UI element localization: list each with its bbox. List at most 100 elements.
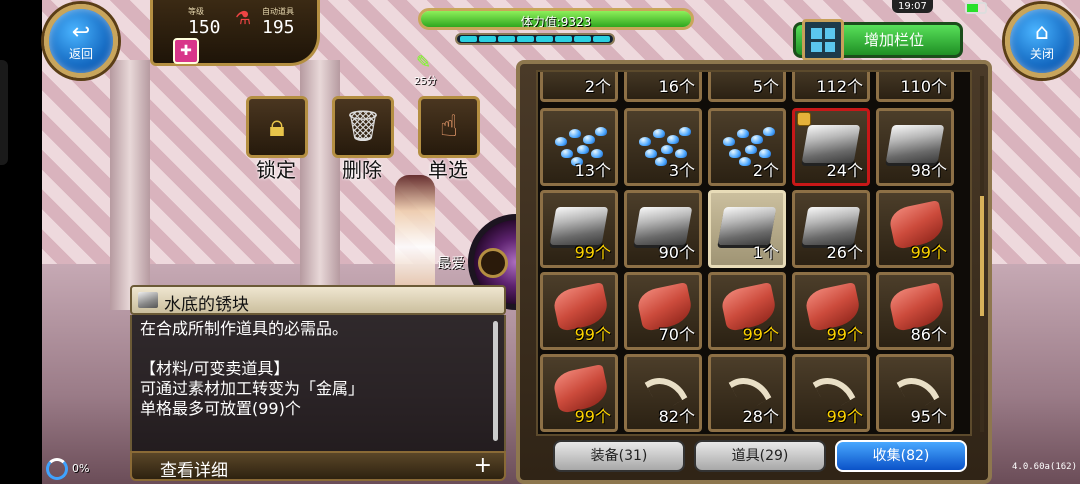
inventory-slot[interactable]: 82个 xyxy=(624,354,702,432)
slot-quantity: 99个 xyxy=(910,243,947,262)
view-details-label: 查看详细 xyxy=(160,461,228,481)
inventory-grid: 2个 16个 5个 112个 110个 13个 3个 2个 24个 98个 99个 90个 1个 26个 9… xyxy=(536,70,972,436)
slot-quantity: 99个 xyxy=(574,407,611,426)
item-description: 在合成所制作道具的必需品。 【材料/可变卖道具】 可通过素材加工转变为「金属」 … xyxy=(130,315,506,451)
plus-icon: + xyxy=(473,453,492,478)
inventory-slot[interactable]: 2个 xyxy=(540,72,618,102)
favorite-label: 最爱 xyxy=(437,256,465,272)
inventory-slot[interactable]: 99个 xyxy=(792,354,870,432)
inventory-slot[interactable]: 5个 xyxy=(708,72,786,102)
slot-quantity: 3个 xyxy=(668,161,695,180)
slot-quantity: 2个 xyxy=(584,77,611,96)
inventory-slot[interactable]: 95个 xyxy=(876,354,954,432)
level-value: 150 xyxy=(188,17,221,38)
inventory-slot[interactable]: 99个 xyxy=(540,190,618,268)
slot-quantity: 1个 xyxy=(752,243,779,262)
clock: 19:07 xyxy=(892,0,933,13)
inventory-slot[interactable]: 26个 xyxy=(792,190,870,268)
auto-item-value: 195 xyxy=(262,17,295,38)
inventory-slot[interactable]: 99个 xyxy=(540,272,618,350)
slot-quantity: 99个 xyxy=(826,325,863,344)
slot-quantity: 110个 xyxy=(900,77,947,96)
inventory-slot[interactable]: 90个 xyxy=(624,190,702,268)
slot-quantity: 28个 xyxy=(742,407,779,426)
single-select-label: 单选 xyxy=(428,158,468,182)
tab-items[interactable]: 道具(29) xyxy=(694,440,826,472)
lock-badge-icon xyxy=(797,112,811,126)
slot-quantity: 5个 xyxy=(752,77,779,96)
inventory-slot[interactable]: 24个 xyxy=(792,108,870,186)
inventory-slot[interactable]: 70个 xyxy=(624,272,702,350)
player-character xyxy=(395,175,435,295)
inventory-scrollbar[interactable] xyxy=(980,76,984,432)
level-stat: 等级 150 xyxy=(188,6,221,38)
return-arrow-icon: ↩ xyxy=(71,20,91,45)
inventory-slot[interactable]: 86个 xyxy=(876,272,954,350)
wall-pillar xyxy=(110,60,150,310)
inventory-slot[interactable]: 28个 xyxy=(708,354,786,432)
padlock-icon: 🔒︎ xyxy=(269,109,285,144)
inventory-slot[interactable]: 3个 xyxy=(624,108,702,186)
inventory-slot[interactable]: 99个 xyxy=(792,272,870,350)
single-select-button[interactable]: ☝ xyxy=(418,96,480,158)
inventory-slot[interactable]: 1个 xyxy=(708,190,786,268)
back-button[interactable]: ↩ 返回 xyxy=(44,4,118,78)
slot-quantity: 99个 xyxy=(742,325,779,344)
inventory-slot[interactable]: 112个 xyxy=(792,72,870,102)
slot-quantity: 2个 xyxy=(752,161,779,180)
slot-quantity: 90个 xyxy=(658,243,695,262)
inventory-panel: 2个 16个 5个 112个 110个 13个 3个 2个 24个 98个 99个 90个 1个 26个 9… xyxy=(516,60,992,484)
sub-energy-bar xyxy=(455,33,615,45)
slot-quantity: 112个 xyxy=(816,77,863,96)
description-line: 可通过素材加工转变为「金属」 xyxy=(140,379,365,398)
lock-button[interactable]: 🔒︎ xyxy=(246,96,308,158)
description-scrollbar[interactable] xyxy=(493,321,498,441)
favorite-toggle[interactable] xyxy=(478,248,508,278)
tab-collection[interactable]: 收集(82) xyxy=(835,440,967,472)
slot-quantity: 99个 xyxy=(574,243,611,262)
syringe-icon[interactable]: ✎ xyxy=(416,52,442,74)
add-slot-button[interactable]: 增加栏位 xyxy=(793,19,963,61)
inventory-slot[interactable]: 99个 xyxy=(708,272,786,350)
slot-quantity: 24个 xyxy=(826,161,863,180)
inventory-slot[interactable]: 98个 xyxy=(876,108,954,186)
slot-quantity: 13个 xyxy=(574,161,611,180)
inventory-slot[interactable]: 110个 xyxy=(876,72,954,102)
inventory-slot[interactable]: 16个 xyxy=(624,72,702,102)
lock-label: 锁定 xyxy=(256,158,296,182)
delete-button[interactable]: 🗑︎ xyxy=(332,96,394,158)
gift-icon[interactable]: ✚ xyxy=(173,38,199,64)
stamina-widget: 体力值:9323 xyxy=(410,4,695,46)
add-slot-label: 增加栏位 xyxy=(864,31,925,49)
iron-ingot-icon xyxy=(138,292,158,308)
slot-quantity: 86个 xyxy=(910,325,947,344)
download-percent: 0% xyxy=(72,462,90,475)
description-line: 在合成所制作道具的必需品。 xyxy=(140,319,349,338)
home-icon: ⌂ xyxy=(1035,20,1049,45)
item-title: 水底的锈块 xyxy=(164,295,249,315)
grid-icon xyxy=(802,19,844,61)
inventory-slot[interactable]: 2个 xyxy=(708,108,786,186)
slot-quantity: 95个 xyxy=(910,407,947,426)
slot-quantity: 99个 xyxy=(574,325,611,344)
slot-quantity: 82个 xyxy=(658,407,695,426)
stamina-bar: 体力值:9323 xyxy=(418,8,694,30)
loading-icon xyxy=(46,458,68,480)
inventory-slot[interactable]: 99个 xyxy=(876,190,954,268)
slot-quantity: 26个 xyxy=(826,243,863,262)
battery-icon xyxy=(965,2,987,14)
description-line: 【材料/可变卖道具】 xyxy=(140,359,290,378)
auto-item-label: 自动道具 xyxy=(262,7,294,16)
back-label: 返回 xyxy=(68,47,93,61)
tab-equipment[interactable]: 装备(31) xyxy=(553,440,685,472)
inventory-slot[interactable]: 99个 xyxy=(540,354,618,432)
auto-item-stat[interactable]: 自动道具 195 xyxy=(262,6,295,38)
inventory-slot[interactable]: 13个 xyxy=(540,108,618,186)
slot-quantity: 70个 xyxy=(658,325,695,344)
view-details-button[interactable]: 查看详细 + xyxy=(130,451,506,481)
slot-quantity: 98个 xyxy=(910,161,947,180)
item-detail-panel: 水底的锈块 在合成所制作道具的必需品。 【材料/可变卖道具】 可通过素材加工转变… xyxy=(130,285,506,484)
close-button[interactable]: ⌂ 关闭 xyxy=(1005,4,1079,78)
level-label: 等级 xyxy=(188,7,204,16)
hand-icon: ☝ xyxy=(439,109,459,144)
